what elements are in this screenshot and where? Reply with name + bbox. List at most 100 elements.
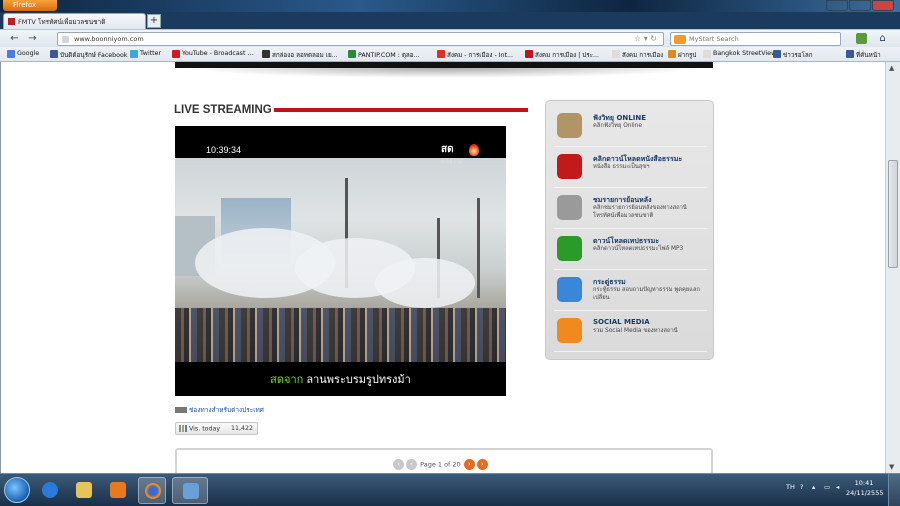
bookmark-icon xyxy=(172,50,180,58)
sidebar-item[interactable]: คลิกดาวน์โหลดหนังสือธรรมะ หนังสือ ธรรมะเป… xyxy=(554,148,707,188)
scroll-up-icon[interactable]: ▲ xyxy=(889,64,894,72)
sidebar-item[interactable]: ฟังวิทยุ ONLINE คลิกฟังวิทยุ Online xyxy=(554,107,707,147)
bookmark-item[interactable]: Twitter xyxy=(130,50,161,58)
bookmark-item[interactable]: Google xyxy=(7,50,40,58)
sidebar-item-subtitle: คลิกชมรายการย้อนหลังของทางสถานี โทรทัศน์… xyxy=(593,205,687,219)
firefox-menu-button[interactable]: Firefox xyxy=(3,0,57,11)
bookmark-label: สังคม การเมือง | ประ... xyxy=(535,52,600,59)
channel-logo-bottom: FMTV xyxy=(441,157,463,166)
sidebar-item-subtitle: กระทู้ธรรม สอบถามปัญหาธรรม พูดคุยแลกเปลี… xyxy=(593,287,701,301)
taskbar-app[interactable] xyxy=(172,477,208,504)
bookmark-icon xyxy=(437,50,445,58)
folder-icon xyxy=(76,482,92,498)
taskbar-explorer[interactable] xyxy=(70,477,98,504)
music-icon xyxy=(557,236,582,261)
bookmark-item[interactable]: PANTIP.COM : ตุลอ... xyxy=(348,50,420,60)
prev-page-button[interactable]: ‹ xyxy=(406,459,417,470)
tray-arrow-icon[interactable]: ▴ xyxy=(812,483,815,491)
taskbar-ie[interactable] xyxy=(36,477,64,504)
bookmark-item[interactable]: ที่คั่นหน้า xyxy=(846,50,881,60)
bookmark-icon xyxy=(7,50,15,58)
search-engine-icon[interactable] xyxy=(674,35,686,44)
last-page-button[interactable]: › xyxy=(476,459,488,470)
bookmark-item[interactable]: บันดิต์อนุรักษ์ Facebook xyxy=(50,50,128,60)
close-window-button[interactable] xyxy=(872,0,894,11)
bookmark-icon xyxy=(612,50,620,58)
sidebar-item-title: SOCIAL MEDIA xyxy=(593,318,650,326)
bookmark-label: Google xyxy=(17,50,40,57)
flame-icon xyxy=(469,144,479,156)
back-icon[interactable]: ← xyxy=(8,32,21,45)
help-icon[interactable]: ? xyxy=(800,483,803,491)
bookmark-star-icon[interactable]: ☆ ▾ ↻ xyxy=(634,34,657,43)
globe-icon xyxy=(175,407,187,413)
volume-icon[interactable]: ◂ xyxy=(836,483,839,491)
bookmarks-toolbar: Google บันดิต์อนุรักษ์ Facebook Twitter You… xyxy=(0,47,900,62)
bar-chart-icon xyxy=(179,425,187,432)
navigation-toolbar: ← → www.boonniyom.com ☆ ▾ ↻ MyStart Sear… xyxy=(0,29,900,47)
bookmark-item[interactable]: สกล่องอ ลอทตลอม เย... xyxy=(262,50,338,60)
bookmark-item[interactable]: ฝากรูป xyxy=(668,50,696,60)
section-title: LIVE STREAMING xyxy=(174,104,272,116)
search-box[interactable]: MyStart Search xyxy=(670,32,841,46)
sidebar-item[interactable]: ดาวน์โหลดเทปธรรมะ คลิกดาวน์โหลดเทปธรรมะไฟ… xyxy=(554,230,707,270)
site-identity-icon xyxy=(62,36,69,43)
url-bar[interactable]: www.boonniyom.com ☆ ▾ ↻ xyxy=(57,32,664,46)
bookmark-item[interactable]: สังคม การเมือง xyxy=(612,50,663,60)
network-icon[interactable]: ▭ xyxy=(824,483,830,491)
page-scrollbar[interactable]: ▲ ▼ xyxy=(885,62,900,473)
foreign-access-link[interactable]: ช่องทางสำหรับต่างประเทศ xyxy=(175,405,264,415)
radio-icon xyxy=(557,113,582,138)
minimize-button[interactable] xyxy=(826,0,848,11)
crowd-image xyxy=(175,308,506,362)
sidebar-menu: ฟังวิทยุ ONLINE คลิกฟังวิทยุ Online คลิกดา… xyxy=(545,100,714,360)
bookmark-item[interactable]: YouTube - Broadcast ... xyxy=(172,50,253,58)
language-indicator[interactable]: TH xyxy=(786,483,795,491)
taskbar-firefox[interactable] xyxy=(138,477,166,504)
bookmark-icon xyxy=(668,50,676,58)
bookmark-label: บันดิต์อนุรักษ์ Facebook xyxy=(60,52,128,59)
forward-icon[interactable]: → xyxy=(26,32,39,45)
desktop-background: Firefox xyxy=(0,0,900,12)
home-icon[interactable]: ⌂ xyxy=(876,32,889,45)
first-page-button[interactable]: ‹ xyxy=(393,459,404,470)
banner-shadow xyxy=(185,68,703,78)
sidebar-item-subtitle: รวม Social Media ของทางสถานี xyxy=(593,328,678,334)
channel-logo: สด FMTV xyxy=(441,142,479,166)
caption-location: ลานพระบรมรูปทรงม้า xyxy=(306,374,411,386)
sidebar-item[interactable]: ชมรายการย้อนหลัง คลิกชมรายการย้อนหลังของท… xyxy=(554,189,707,229)
bookmark-icon xyxy=(130,50,138,58)
next-page-button[interactable]: › xyxy=(463,459,475,470)
visitor-count: 11,422 xyxy=(230,425,253,432)
scroll-down-icon[interactable]: ▼ xyxy=(889,463,894,471)
foreign-link-text: ช่องทางสำหรับต่างประเทศ xyxy=(189,406,264,414)
sidebar-item-subtitle: คลิกฟังวิทยุ Online xyxy=(593,123,642,129)
sidebar-item-subtitle: หนังสือ ธรรมะเป็นสุขฯ xyxy=(593,164,650,170)
new-tab-button[interactable]: + xyxy=(147,14,161,28)
bookmark-item[interactable]: ข่าวรอโลก xyxy=(773,50,813,60)
start-button[interactable] xyxy=(4,477,30,503)
windows-taskbar: TH ? ▴ ▭ ◂ 10:41 24/11/2555 xyxy=(0,473,900,506)
system-clock[interactable]: 10:41 24/11/2555 xyxy=(846,478,883,498)
show-desktop-button[interactable] xyxy=(888,474,900,506)
film-icon xyxy=(557,195,582,220)
bookmark-label: ฝากรูป xyxy=(678,52,697,59)
bookmark-item[interactable]: สังคม - การเมือง - Int... xyxy=(437,50,513,60)
bookmark-item[interactable]: Bangkok StreetView xyxy=(703,50,776,58)
browser-tab[interactable]: FMTV โทรทัศน์เพื่อมวลชนชาติ xyxy=(3,13,146,29)
sidebar-item-subtitle: คลิกดาวน์โหลดเทปธรรมะไฟล์ MP3 xyxy=(593,246,684,252)
page-viewport: LIVE STREAMING 10:39:34 สด FMTV สดจาก ลา… xyxy=(0,62,885,473)
chat-icon xyxy=(557,277,582,302)
bookmark-icon xyxy=(773,50,781,58)
app-icon xyxy=(183,483,199,499)
live-video-player[interactable]: 10:39:34 สด FMTV สดจาก ลานพระบรมรูปทรงม้… xyxy=(175,126,506,396)
scroll-thumb[interactable] xyxy=(888,160,898,268)
visitor-counter: Vis. today 11,422 xyxy=(175,422,258,435)
maximize-button[interactable] xyxy=(849,0,871,11)
bookmark-item[interactable]: สังคม การเมือง | ประ... xyxy=(525,50,599,60)
taskbar-media[interactable] xyxy=(104,477,132,504)
addon-icon[interactable] xyxy=(856,33,867,44)
sidebar-item[interactable]: SOCIAL MEDIA รวม Social Media ของทางสถานี xyxy=(554,312,707,352)
bookmark-icon xyxy=(348,50,356,58)
sidebar-item[interactable]: กระดู่ธรรม กระทู้ธรรม สอบถามปัญหาธรรม พูด… xyxy=(554,271,707,311)
